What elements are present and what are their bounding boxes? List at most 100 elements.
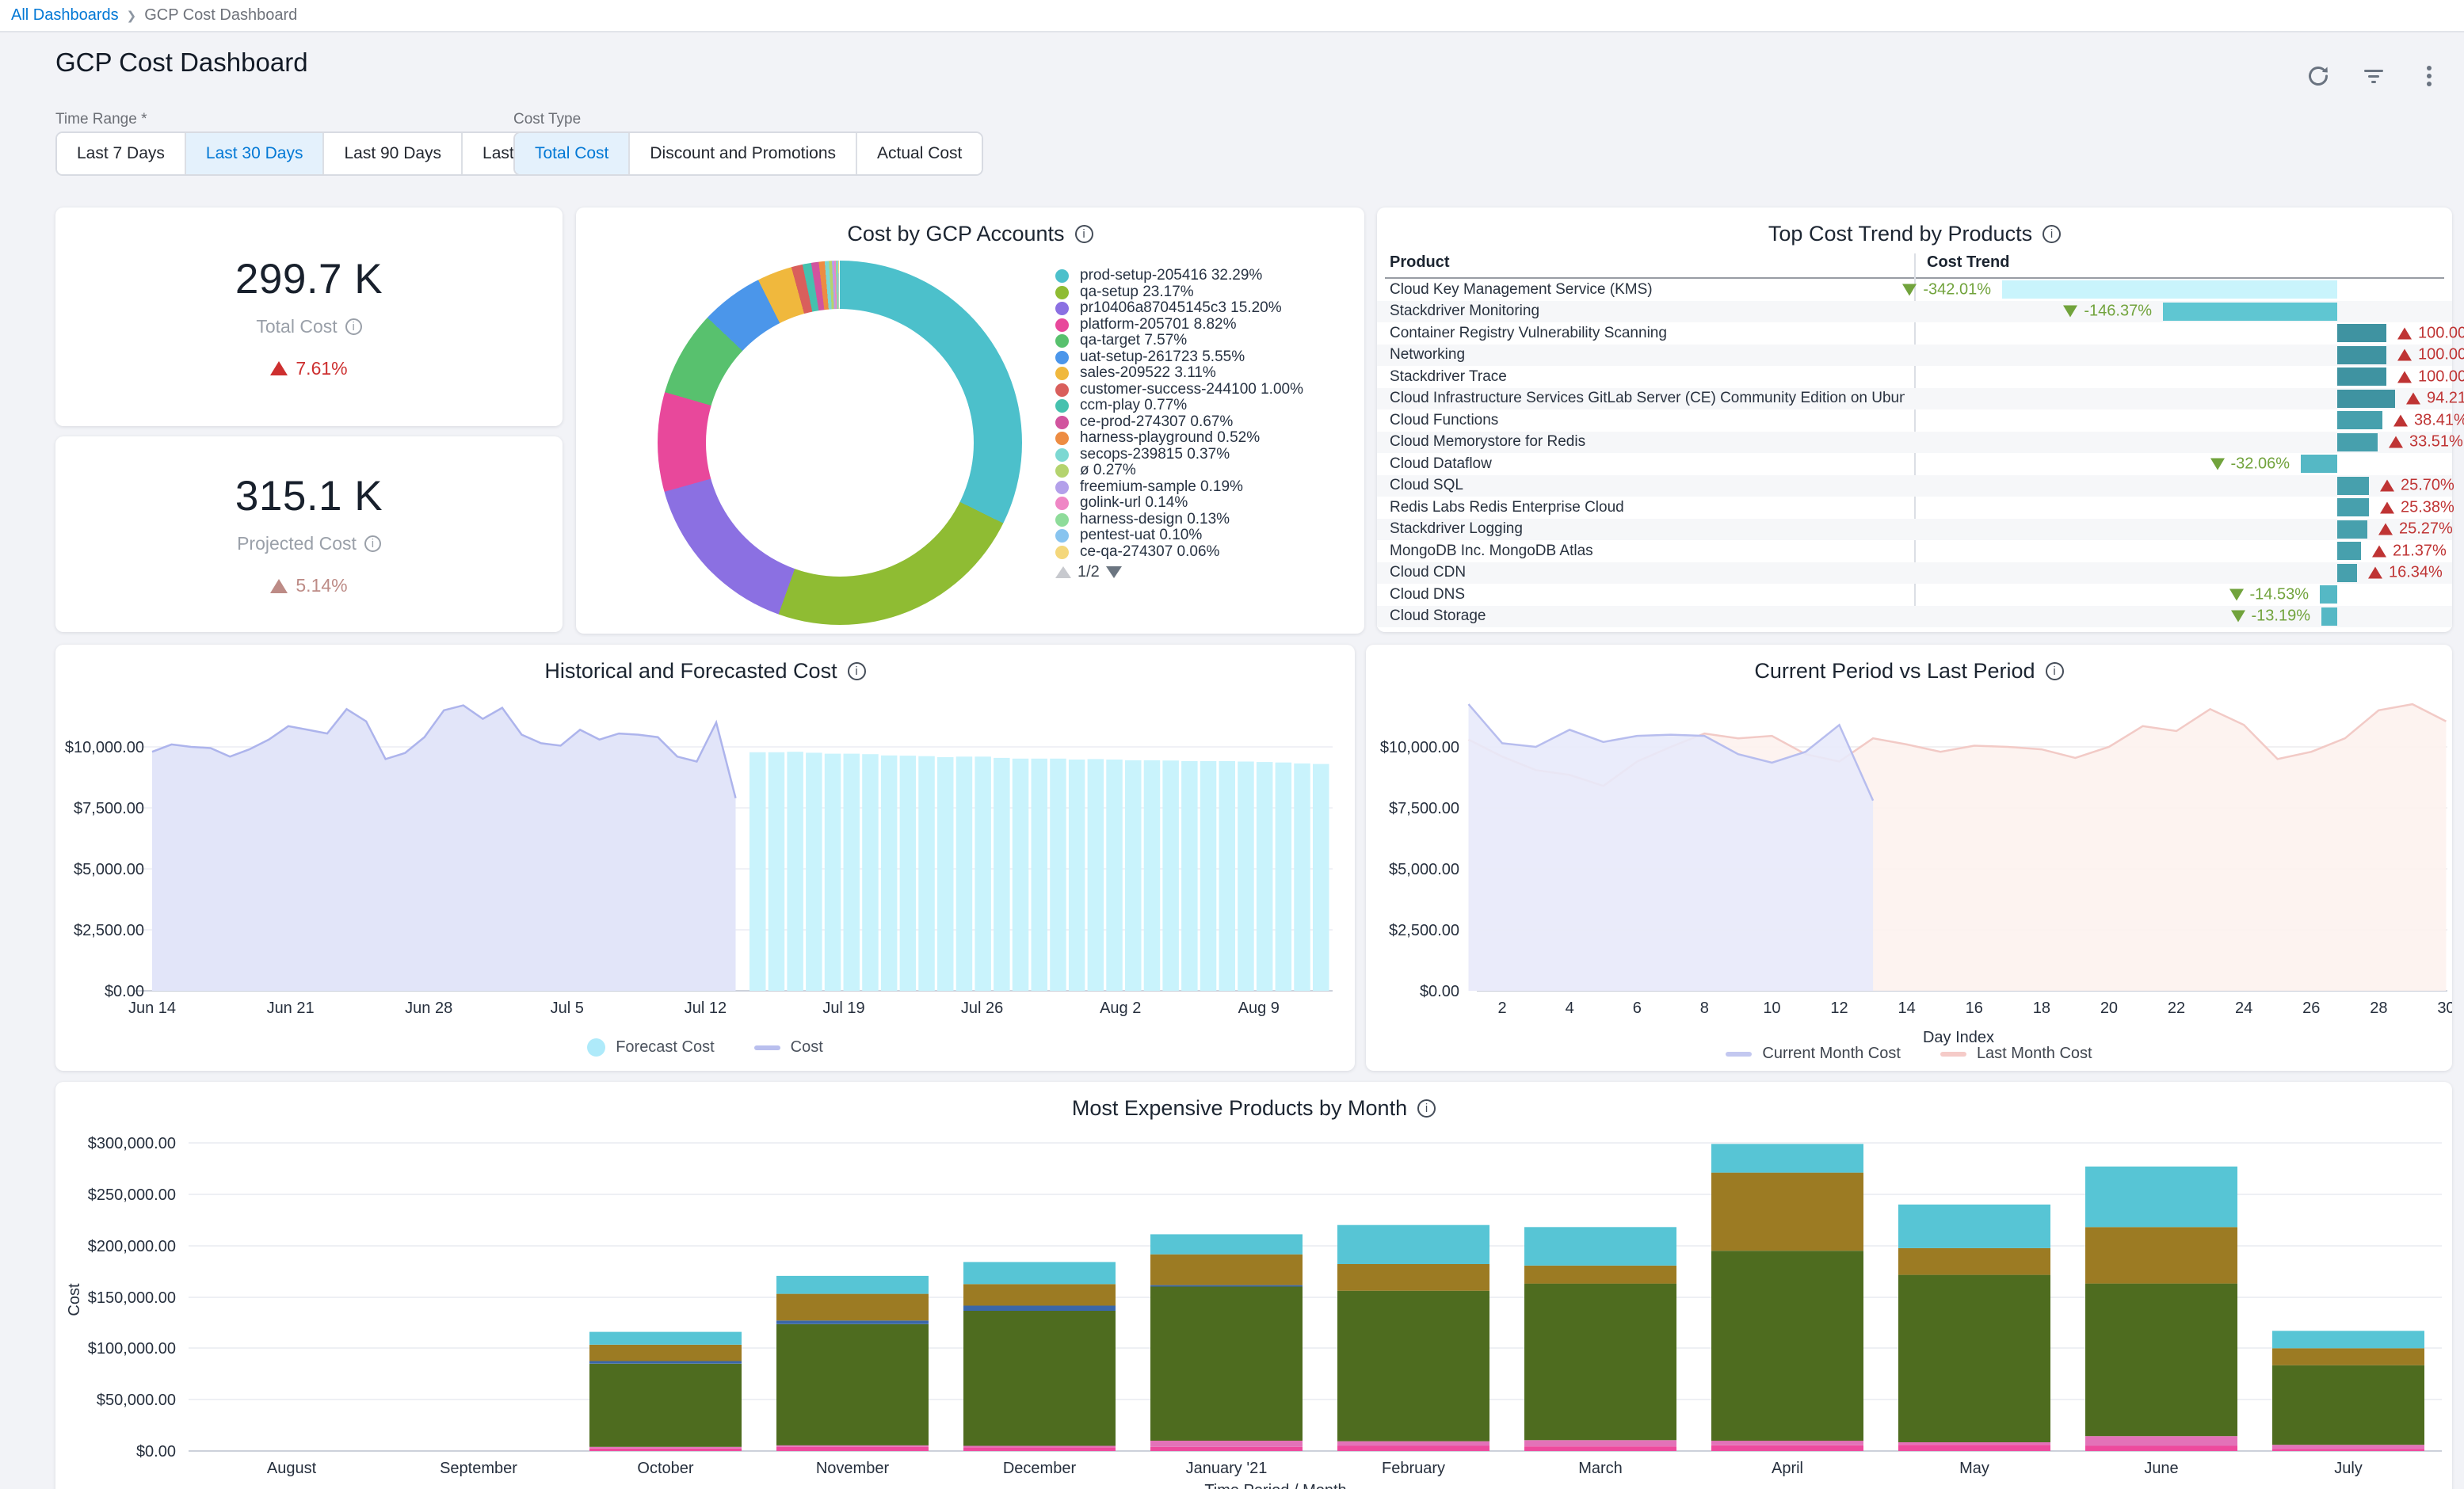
donut-chart[interactable] (658, 261, 1022, 625)
trend-value-cell: 16.34% (2368, 564, 2443, 582)
chart-legend: Current Month Cost Last Month Cost (1366, 1045, 2452, 1063)
legend-dot-icon (1055, 448, 1069, 462)
legend-item-ccm-play[interactable]: ccm-play 0.77% (1055, 398, 1358, 414)
table-row[interactable]: Cloud SQL 25.70% (1377, 475, 2452, 497)
page-down-icon[interactable] (1106, 566, 1122, 578)
most-expensive-products-card: Most Expensive Products by Month i $0.00… (55, 1082, 2452, 1489)
filter-option-last-7-days[interactable]: Last 7 Days (57, 133, 185, 174)
product-cell: Container Registry Vulnerability Scannin… (1390, 325, 1667, 342)
svg-text:2: 2 (1497, 1000, 1506, 1017)
legend-dot-icon (1055, 497, 1069, 510)
legend-label: customer-success-244100 1.00% (1080, 382, 1303, 398)
product-cell: Cloud SQL (1390, 477, 1463, 494)
trend-up-icon (2380, 501, 2394, 513)
legend-item-harness-design[interactable]: harness-design 0.13% (1055, 512, 1358, 528)
svg-text:$0.00: $0.00 (105, 983, 144, 1000)
legend-item-cost[interactable]: Cost (754, 1038, 823, 1057)
legend-marker (1726, 1052, 1752, 1057)
legend-item-pr10406a87045145c3[interactable]: pr10406a87045145c3 15.20% (1055, 300, 1358, 317)
current-vs-last-chart[interactable]: $0.00$2,500.00$5,000.00$7,500.00$10,000.… (1366, 645, 2452, 1071)
filter-option-last-90-days[interactable]: Last 90 Days (322, 133, 461, 174)
cost-by-gcp-accounts-card: Cost by GCP Accounts i prod-setup-205416… (576, 208, 1364, 634)
legend-item-platform-205701[interactable]: platform-205701 8.82% (1055, 317, 1358, 333)
legend-item-current-month[interactable]: Current Month Cost (1726, 1045, 1901, 1063)
legend-item-sales-209522[interactable]: sales-209522 3.11% (1055, 365, 1358, 382)
legend-label: ccm-play 0.77% (1080, 398, 1187, 414)
trend-value: 25.70% (2401, 477, 2454, 495)
legend-label: secops-239815 0.37% (1080, 447, 1230, 463)
historical-forecast-chart[interactable]: $0.00$2,500.00$5,000.00$7,500.00$10,000.… (55, 645, 1355, 1071)
filter-option-total-cost[interactable]: Total Cost (515, 133, 628, 174)
legend-item-customer-success-244100[interactable]: customer-success-244100 1.00% (1055, 382, 1358, 398)
trend-value-cell: 94.21% (2406, 390, 2464, 408)
svg-text:18: 18 (2033, 1000, 2050, 1017)
info-icon[interactable]: i (2043, 225, 2061, 243)
monthly-products-chart[interactable]: $0.00$50,000.00$100,000.00$150,000.00$20… (55, 1082, 2452, 1489)
legend-item-freemium-sample[interactable]: freemium-sample 0.19% (1055, 479, 1358, 496)
legend-item-forecast-cost[interactable]: Forecast Cost (587, 1038, 714, 1057)
table-row[interactable]: MongoDB Inc. MongoDB Atlas21.37% (1377, 540, 2452, 562)
legend-item--[interactable]: ø 0.27% (1055, 463, 1358, 479)
legend-item-qa-setup[interactable]: qa-setup 23.17% (1055, 284, 1358, 301)
legend-label: platform-205701 8.82% (1080, 317, 1237, 333)
table-row[interactable]: Networking100.00% (1377, 345, 2452, 367)
trend-value: 25.38% (2401, 498, 2454, 516)
info-icon[interactable]: i (364, 535, 381, 552)
legend-label: Forecast Cost (616, 1038, 714, 1057)
more-options-button[interactable] (2412, 59, 2447, 93)
breadcrumb-all-dashboards-link[interactable]: All Dashboards (11, 6, 119, 25)
filter-button[interactable] (2356, 59, 2391, 93)
svg-text:January '21: January '21 (1186, 1460, 1268, 1477)
svg-text:March: March (1578, 1460, 1623, 1477)
legend-item-secops-239815[interactable]: secops-239815 0.37% (1055, 447, 1358, 463)
filter-option-actual-cost[interactable]: Actual Cost (856, 133, 982, 174)
table-row[interactable]: Stackdriver Trace100.00% (1377, 366, 2452, 388)
svg-text:Jul 19: Jul 19 (822, 1000, 864, 1017)
product-cell: Cloud Functions (1390, 412, 1498, 429)
legend-item-ce-prod-274307[interactable]: ce-prod-274307 0.67% (1055, 414, 1358, 431)
refresh-button[interactable] (2301, 59, 2336, 93)
svg-text:July: July (2334, 1460, 2363, 1477)
legend-item-prod-setup-205416[interactable]: prod-setup-205416 32.29% (1055, 268, 1358, 284)
table-row[interactable]: Cloud Dataflow-32.06% (1377, 453, 2452, 475)
info-icon[interactable]: i (1075, 225, 1093, 243)
info-icon[interactable]: i (345, 318, 362, 335)
gcp-cost-dashboard-page: All Dashboards ❯ GCP Cost Dashboard GCP … (0, 0, 2464, 1489)
legend-item-uat-setup-261723[interactable]: uat-setup-261723 5.55% (1055, 349, 1358, 366)
trend-bar (2163, 303, 2337, 321)
legend-item-golink-url[interactable]: golink-url 0.14% (1055, 495, 1358, 512)
page-title: GCP Cost Dashboard (55, 48, 308, 78)
trend-value: 100.00% (2418, 346, 2464, 364)
svg-text:22: 22 (2168, 1000, 2185, 1017)
filter-option-last-30-days[interactable]: Last 30 Days (185, 133, 323, 174)
trend-bar (2321, 607, 2337, 626)
product-cell: Cloud Dataflow (1390, 455, 1492, 473)
table-row[interactable]: Cloud CDN16.34% (1377, 562, 2452, 585)
legend-item-ce-qa-274307[interactable]: ce-qa-274307 0.06% (1055, 544, 1358, 561)
filter-option-discount-and-promotions[interactable]: Discount and Promotions (628, 133, 856, 174)
table-row[interactable]: Stackdriver Logging25.27% (1377, 519, 2452, 541)
table-row[interactable]: Cloud DNS-14.53% (1377, 584, 2452, 606)
trend-bar (2301, 455, 2337, 473)
table-row[interactable]: Cloud Storage-13.19% (1377, 606, 2452, 628)
table-row[interactable]: Cloud Key Management Service (KMS)-342.0… (1377, 279, 2452, 301)
trend-value: 16.34% (2389, 564, 2443, 582)
trend-value: 25.27% (2399, 520, 2453, 539)
legend-dot-icon (1055, 399, 1069, 413)
total-cost-delta: 7.61% (270, 358, 347, 379)
trend-value: -342.01% (1923, 280, 1991, 299)
legend-item-qa-target[interactable]: qa-target 7.57% (1055, 333, 1358, 349)
page-up-icon[interactable] (1055, 566, 1071, 578)
trend-value-cell: -13.19% (2231, 607, 2311, 626)
table-row[interactable]: Container Registry Vulnerability Scannin… (1377, 322, 2452, 345)
legend-item-harness-playground[interactable]: harness-playground 0.52% (1055, 430, 1358, 447)
legend-item-pentest-uat[interactable]: pentest-uat 0.10% (1055, 527, 1358, 544)
table-row[interactable]: Redis Labs Redis Enterprise Cloud25.38% (1377, 497, 2452, 519)
product-cell: Cloud DNS (1390, 586, 1465, 604)
table-row[interactable]: Cloud Functions38.41% (1377, 409, 2452, 432)
table-row[interactable]: Cloud Infrastructure Services GitLab Ser… (1377, 388, 2452, 410)
table-row[interactable]: Cloud Memorystore for Redis33.51% (1377, 432, 2452, 454)
table-row[interactable]: Stackdriver Monitoring-146.37% (1377, 301, 2452, 323)
legend-item-last-month[interactable]: Last Month Cost (1940, 1045, 2092, 1063)
legend-label: Last Month Cost (1977, 1045, 2092, 1063)
